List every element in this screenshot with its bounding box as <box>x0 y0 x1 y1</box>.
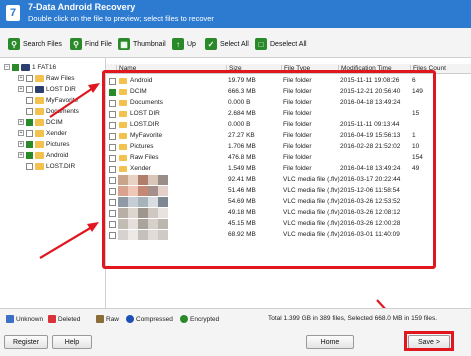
deselect-all-label: Deselect All <box>270 40 307 48</box>
folder-tree: – 1 FAT16 + Raw Files + LOST DIR MyFavorit… <box>0 58 106 308</box>
tree-checkbox[interactable] <box>26 140 33 148</box>
folder-icon <box>35 74 44 82</box>
tree-root-checkbox[interactable] <box>12 63 19 71</box>
folder-icon <box>35 129 44 137</box>
legend-compressed-label: Compressed <box>136 315 173 323</box>
tree-item-lost-dir[interactable]: + LOST DIR <box>18 84 76 94</box>
tree-root-label: 1 FAT16 <box>32 63 57 71</box>
home-button[interactable]: Home <box>306 335 354 349</box>
select-all-label: Select All <box>220 40 249 48</box>
tree-item-label: LOST.DIR <box>46 162 76 170</box>
tree-item-label: Pictures <box>46 140 70 148</box>
bottom-bar: Register Help Home Save > <box>0 328 471 356</box>
find-file-icon: ⚲ <box>70 38 82 50</box>
tree-item-label: Xender <box>46 129 67 137</box>
tree-checkbox[interactable] <box>26 118 33 126</box>
toolbar: ⚲ Search Files ⚲ Find File ▦ Thumbnail ↑… <box>0 28 471 58</box>
legend-deleted: Deleted <box>48 315 80 323</box>
search-files-button[interactable]: ⚲ Search Files <box>8 36 62 52</box>
deleted-icon <box>48 315 56 323</box>
tree-item-raw-files[interactable]: + Raw Files <box>18 73 75 83</box>
folder-icon <box>35 151 44 159</box>
thumbnail-button[interactable]: ▦ Thumbnail <box>118 36 166 52</box>
expand-icon[interactable]: + <box>18 152 24 158</box>
tree-checkbox[interactable] <box>26 107 33 115</box>
deselect-all-icon: □ <box>255 38 267 50</box>
tree-item-xender[interactable]: + Xender <box>18 128 67 138</box>
legend-encrypted-label: Encrypted <box>190 315 220 323</box>
tree-item-lost-dot-dir[interactable]: LOST.DIR <box>26 161 75 171</box>
tree-item-label: LOST DIR <box>46 85 76 93</box>
tree-checkbox[interactable] <box>26 129 33 137</box>
tree-checkbox[interactable] <box>26 96 33 104</box>
folder-icon <box>35 107 44 115</box>
drive-icon <box>21 63 30 71</box>
tree-checkbox[interactable] <box>26 162 33 170</box>
tree-item-dcim[interactable]: + DCIM <box>18 117 63 127</box>
tree-item-label: MyFavorite <box>46 96 79 104</box>
tree-item-label: Raw Files <box>46 74 75 82</box>
expand-icon[interactable]: + <box>18 130 24 136</box>
register-button[interactable]: Register <box>4 335 48 349</box>
app-subtitle: Double click on the file to preview; sel… <box>28 14 214 23</box>
folder-icon <box>35 118 44 126</box>
folder-icon <box>35 162 44 170</box>
search-files-label: Search Files <box>23 40 62 48</box>
folder-icon <box>35 85 44 93</box>
expand-icon[interactable]: + <box>18 75 24 81</box>
tree-item-android[interactable]: + Android <box>18 150 68 160</box>
tree-checkbox[interactable] <box>26 151 33 159</box>
find-file-button[interactable]: ⚲ Find File <box>70 36 112 52</box>
raw-icon <box>96 315 104 323</box>
select-all-button[interactable]: ✓ Select All <box>205 36 249 52</box>
up-arrow-icon: ↑ <box>172 38 184 50</box>
expand-icon[interactable]: + <box>18 141 24 147</box>
thumbnail-label: Thumbnail <box>133 40 166 48</box>
folder-icon <box>35 140 44 148</box>
app-title: 7-Data Android Recovery <box>28 2 136 12</box>
thumbnail-icon: ▦ <box>118 38 130 50</box>
compressed-icon <box>126 315 134 323</box>
tree-item-label: Android <box>46 151 69 159</box>
tree-item-pictures[interactable]: + Pictures <box>18 139 69 149</box>
app-logo-icon: 7 <box>6 5 20 21</box>
deselect-all-button[interactable]: □ Deselect All <box>255 36 307 52</box>
legend-bar: Unknown Deleted Raw Compressed Encrypted… <box>0 308 471 328</box>
find-file-label: Find File <box>85 40 112 48</box>
up-label: Up <box>187 40 196 48</box>
legend-deleted-label: Deleted <box>58 315 81 323</box>
collapse-icon[interactable]: – <box>4 64 10 70</box>
tree-item-label: Documents <box>46 107 79 115</box>
tree-item-myfavorite[interactable]: MyFavorite <box>26 95 78 105</box>
encrypted-icon <box>180 315 188 323</box>
legend-raw-label: Raw <box>106 315 120 323</box>
folder-icon <box>35 96 44 104</box>
expand-icon[interactable]: + <box>18 86 24 92</box>
tree-checkbox[interactable] <box>26 74 33 82</box>
search-icon: ⚲ <box>8 38 20 50</box>
title-bar: 7 7-Data Android Recovery Double click o… <box>0 0 471 28</box>
tree-item-documents[interactable]: Documents <box>26 106 79 116</box>
legend-unknown-label: Unknown <box>16 315 44 323</box>
legend-unknown: Unknown <box>6 315 43 323</box>
save-highlight-box <box>404 331 454 351</box>
status-text: Total 1.399 GB in 389 files, Selected 66… <box>268 315 438 322</box>
legend-encrypted: Encrypted <box>180 315 219 323</box>
expand-icon[interactable]: + <box>18 119 24 125</box>
up-button[interactable]: ↑ Up <box>172 36 196 52</box>
select-all-icon: ✓ <box>205 38 217 50</box>
tree-checkbox[interactable] <box>26 85 33 93</box>
tree-item-label: DCIM <box>46 118 63 126</box>
unknown-icon <box>6 315 14 323</box>
legend-compressed: Compressed <box>126 315 173 323</box>
legend-raw: Raw <box>96 315 119 323</box>
help-button[interactable]: Help <box>52 335 92 349</box>
annotation-highlight-box <box>102 70 436 269</box>
tree-root[interactable]: – 1 FAT16 <box>4 62 56 72</box>
